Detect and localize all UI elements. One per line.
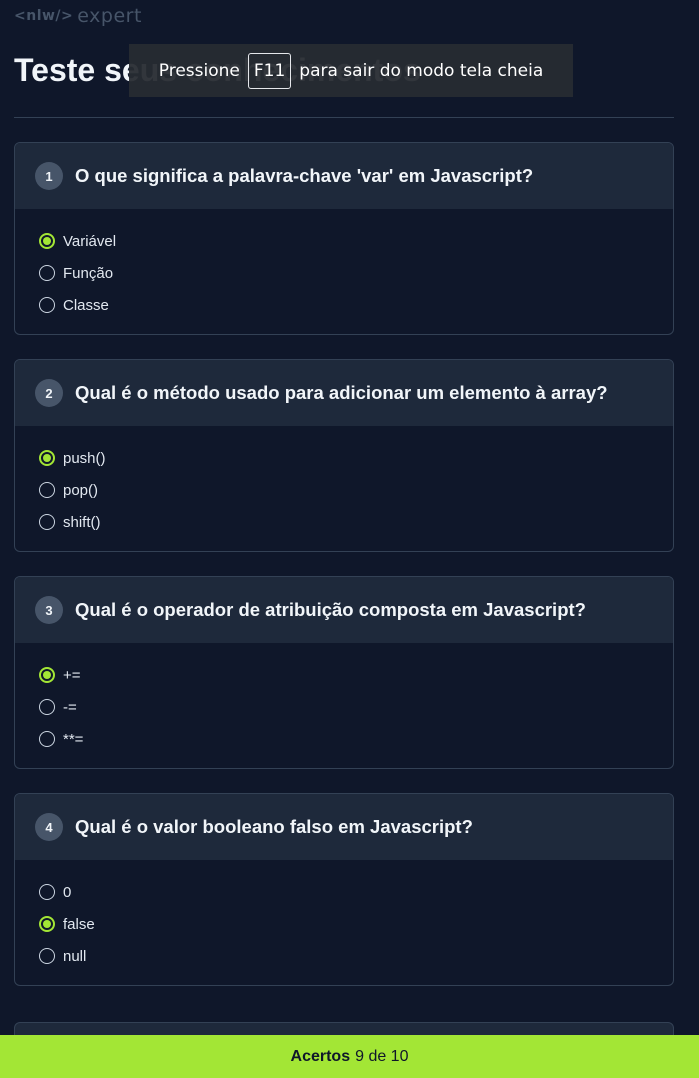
answer-option[interactable]: false — [39, 908, 673, 940]
logo-tag: <nlw/> — [14, 8, 74, 24]
question-header: 1 O que significa a palavra-chave 'var' … — [15, 143, 673, 209]
radio-icon[interactable] — [39, 884, 55, 900]
question-number-badge: 1 — [35, 162, 63, 190]
radio-icon[interactable] — [39, 297, 55, 313]
radio-checked-icon[interactable] — [39, 916, 55, 932]
answer-option[interactable]: Classe — [39, 289, 673, 321]
question-number-badge: 4 — [35, 813, 63, 841]
answer-option[interactable]: pop() — [39, 474, 673, 506]
answer-label: push() — [63, 449, 106, 467]
answer-label: Função — [63, 264, 114, 282]
fullscreen-notice-suffix: para sair do modo tela cheia — [299, 60, 544, 81]
nlw-expert-logo: <nlw/> expert — [14, 5, 142, 27]
radio-icon[interactable] — [39, 731, 55, 747]
question-text: Qual é o método usado para adicionar um … — [75, 382, 608, 403]
question-card: 2 Qual é o método usado para adicionar u… — [14, 359, 674, 552]
answer-options: 0 false null — [15, 860, 673, 985]
question-number-badge: 2 — [35, 379, 63, 407]
divider — [14, 117, 674, 118]
answer-label: false — [63, 915, 95, 933]
answer-label: Classe — [63, 296, 109, 314]
answer-option[interactable]: += — [39, 659, 673, 691]
question-number-badge: 3 — [35, 596, 63, 624]
radio-icon[interactable] — [39, 265, 55, 281]
answer-options: Variável Função Classe — [15, 209, 673, 334]
answer-options: += -= **= — [15, 643, 673, 768]
answer-label: null — [63, 947, 87, 965]
radio-checked-icon[interactable] — [39, 450, 55, 466]
answer-label: shift() — [63, 513, 101, 531]
answer-label: Variável — [63, 232, 117, 250]
answer-option[interactable]: **= — [39, 723, 673, 755]
radio-icon[interactable] — [39, 514, 55, 530]
answer-label: += — [63, 666, 81, 684]
f11-key: F11 — [247, 52, 292, 89]
question-header: 4 Qual é o valor booleano falso em Javas… — [15, 794, 673, 860]
question-card: 3 Qual é o operador de atribuição compos… — [14, 576, 674, 769]
fullscreen-notice: Pressione F11 para sair do modo tela che… — [129, 44, 573, 97]
answer-label: pop() — [63, 481, 99, 499]
answer-option[interactable]: shift() — [39, 506, 673, 538]
radio-checked-icon[interactable] — [39, 667, 55, 683]
answer-option[interactable]: 0 — [39, 876, 673, 908]
answer-option[interactable]: Função — [39, 257, 673, 289]
logo-name: expert — [77, 5, 142, 27]
quiz-list: 1 O que significa a palavra-chave 'var' … — [14, 142, 674, 1010]
radio-icon[interactable] — [39, 699, 55, 715]
score-footer: Acertos 9 de 10 — [0, 1035, 699, 1078]
answer-label: 0 — [63, 883, 72, 901]
fullscreen-notice-prefix: Pressione — [158, 60, 240, 81]
question-header: 3 Qual é o operador de atribuição compos… — [15, 577, 673, 643]
answer-option[interactable]: Variável — [39, 225, 673, 257]
score-value: 9 de 10 — [355, 1047, 409, 1065]
answer-label: **= — [63, 730, 84, 748]
question-text: Qual é o valor booleano falso em Javascr… — [75, 816, 473, 837]
question-text: O que significa a palavra-chave 'var' em… — [75, 165, 534, 186]
radio-checked-icon[interactable] — [39, 233, 55, 249]
radio-icon[interactable] — [39, 482, 55, 498]
answer-option[interactable]: -= — [39, 691, 673, 723]
question-header: 2 Qual é o método usado para adicionar u… — [15, 360, 673, 426]
answer-option[interactable]: null — [39, 940, 673, 972]
question-card: 1 O que significa a palavra-chave 'var' … — [14, 142, 674, 335]
radio-icon[interactable] — [39, 948, 55, 964]
question-card: 4 Qual é o valor booleano falso em Javas… — [14, 793, 674, 986]
question-text: Qual é o operador de atribuição composta… — [75, 599, 586, 620]
answer-option[interactable]: push() — [39, 442, 673, 474]
answer-label: -= — [63, 698, 77, 716]
answer-options: push() pop() shift() — [15, 426, 673, 551]
score-label: Acertos — [290, 1047, 351, 1065]
